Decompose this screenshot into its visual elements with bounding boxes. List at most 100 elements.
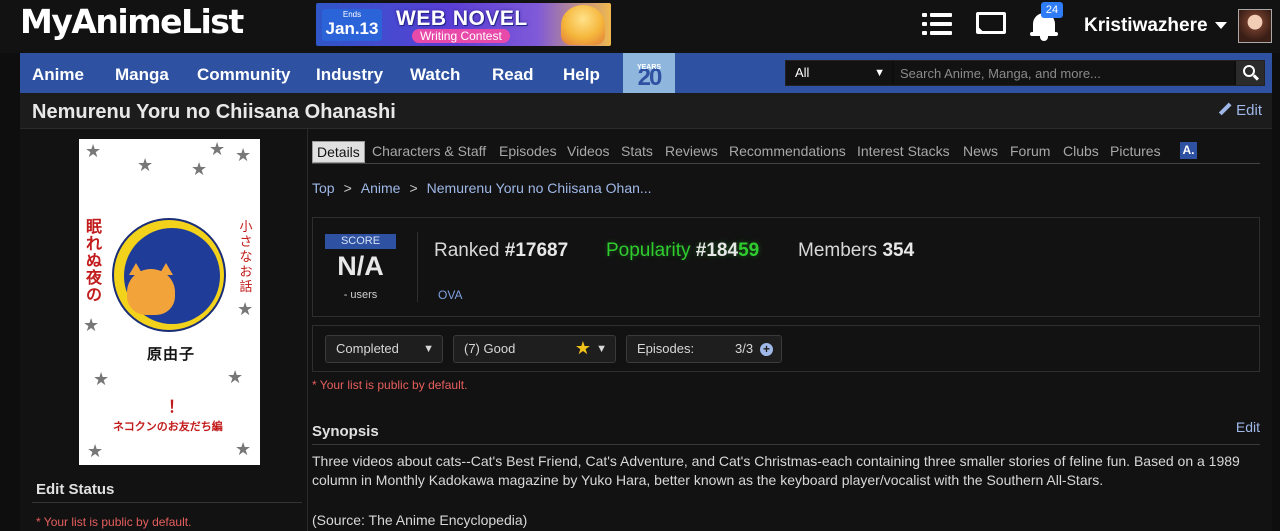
nav-anime[interactable]: Anime (32, 65, 84, 85)
popularity-label: Popularity (606, 240, 691, 261)
synopsis-edit-link[interactable]: Edit (1236, 419, 1260, 435)
cover-title-right: 小さなお話 (239, 219, 253, 294)
chevron-down-icon: ▼ (596, 343, 607, 355)
star-decoration-icon: ★ (87, 441, 104, 461)
tab-extra-icon[interactable]: A. (1180, 142, 1197, 159)
star-decoration-icon: ★ (85, 141, 102, 161)
nav-watch[interactable]: Watch (410, 65, 460, 85)
star-decoration-icon: ★ (83, 315, 100, 335)
breadcrumb-anime[interactable]: Anime (361, 180, 401, 196)
star-decoration-icon: ★ (237, 299, 254, 319)
cover-author: 原由子 (147, 346, 196, 363)
search-input[interactable] (894, 61, 1234, 85)
ranked-value: #17687 (504, 240, 569, 261)
banner-character-image (561, 5, 605, 45)
mail-icon[interactable] (976, 12, 1006, 34)
banner-ends-label: Ends (342, 10, 362, 19)
nav-read[interactable]: Read (492, 65, 534, 85)
content-area: ★ ★ ★ ★ ★ ★ ★ ★ ★ ★ ★ 眠れぬ夜の 小さなお話 原由子 ！ … (20, 129, 1272, 531)
divider (312, 444, 1260, 445)
episodes-value: 3/3 (735, 341, 754, 356)
members-label: Members (798, 240, 878, 261)
star-decoration-icon: ★ (235, 439, 252, 459)
tab-news[interactable]: News (963, 143, 998, 159)
page-title: Nemurenu Yoru no Chiisana Ohanashi (32, 101, 396, 123)
search-bar: All ▼ (785, 60, 1265, 86)
edit-status-heading: Edit Status (36, 481, 115, 498)
ranked-stat[interactable]: Ranked #17687 (434, 240, 568, 262)
edit-title-label: Edit (1236, 102, 1262, 119)
star-decoration-icon: ★ (227, 367, 244, 387)
tab-pictures[interactable]: Pictures (1110, 143, 1161, 159)
breadcrumb-top[interactable]: Top (312, 180, 335, 196)
tab-videos[interactable]: Videos (567, 143, 610, 159)
synopsis-source: (Source: The Anime Encyclopedia) (312, 512, 528, 528)
search-button[interactable] (1236, 61, 1264, 85)
nav-manga[interactable]: Manga (115, 65, 169, 85)
banner-subtitle: Writing Contest (412, 29, 510, 43)
star-decoration-icon: ★ (93, 369, 110, 389)
star-decoration-icon: ★ (235, 145, 252, 165)
search-category-value: All (795, 65, 810, 80)
status-select[interactable]: Completed ▼ (325, 335, 443, 363)
tab-details[interactable]: Details (312, 141, 365, 163)
star-decoration-icon: ★ (137, 155, 154, 175)
divider (32, 502, 302, 503)
tab-clubs[interactable]: Clubs (1063, 143, 1099, 159)
tab-episodes[interactable]: Episodes (499, 143, 557, 159)
plus-icon[interactable]: + (760, 343, 773, 356)
breadcrumb-current[interactable]: Nemurenu Yoru no Chiisana Ohan... (427, 180, 652, 196)
cover-image[interactable]: ★ ★ ★ ★ ★ ★ ★ ★ ★ ★ ★ 眠れぬ夜の 小さなお話 原由子 ！ … (79, 139, 260, 465)
main-column: Details Characters & Staff Episodes Vide… (312, 129, 1260, 531)
anniversary-years-label: YEARS (636, 64, 662, 71)
list-update-box: Completed ▼ (7) Good ★ ▼ Episodes: 3/3 + (312, 325, 1260, 372)
status-value: Completed (336, 341, 399, 356)
top-header: MyAnimeList Ends Jan.13 WEB NOVEL Writin… (0, 0, 1280, 53)
chevron-down-icon[interactable] (1215, 22, 1227, 29)
nav-industry[interactable]: Industry (316, 65, 383, 85)
cover-moon (112, 218, 226, 332)
tab-stats[interactable]: Stats (621, 143, 653, 159)
members-value: 354 (882, 240, 915, 261)
nav-community[interactable]: Community (197, 65, 291, 85)
score-users: - users (343, 289, 378, 301)
cover-title-left: 眠れぬ夜の (85, 219, 102, 304)
tab-characters-staff[interactable]: Characters & Staff (372, 143, 486, 159)
synopsis-heading: Synopsis (312, 423, 379, 440)
nav-help[interactable]: Help (563, 65, 600, 85)
left-sidebar: ★ ★ ★ ★ ★ ★ ★ ★ ★ ★ ★ 眠れぬ夜の 小さなお話 原由子 ！ … (20, 129, 308, 531)
type-link[interactable]: OVA (438, 288, 462, 302)
popularity-value: #18459 (696, 240, 759, 261)
episodes-field[interactable]: Episodes: 3/3 + (626, 335, 782, 363)
cover-subtitle: ネコクンのお友だち編 (113, 421, 223, 433)
cover-mark: ！ (168, 399, 185, 416)
popularity-stat[interactable]: Popularity #18459 (606, 240, 759, 262)
divider (417, 232, 418, 302)
star-decoration-icon: ★ (191, 159, 208, 179)
public-note: * Your list is public by default. (312, 378, 468, 392)
contest-banner[interactable]: Ends Jan.13 WEB NOVEL Writing Contest (316, 3, 611, 46)
tab-forum[interactable]: Forum (1010, 143, 1050, 159)
chevron-down-icon: ▼ (423, 343, 434, 355)
edit-title-button[interactable]: Edit (1218, 102, 1262, 119)
detail-tabs: Details Characters & Staff Episodes Vide… (312, 141, 1260, 164)
star-icon: ★ (574, 338, 591, 358)
tab-interest-stacks[interactable]: Interest Stacks (857, 143, 950, 159)
members-stat[interactable]: Members 354 (798, 240, 914, 262)
popularity-value-a: #184 (695, 240, 739, 261)
site-logo[interactable]: MyAnimeList (20, 2, 244, 41)
score-select[interactable]: (7) Good ★ ▼ (453, 335, 616, 363)
banner-ends-date: Jan.13 (325, 19, 379, 38)
username-menu[interactable]: Kristiwazhere (1084, 15, 1208, 37)
search-category-select[interactable]: All ▼ (786, 61, 892, 85)
banner-title: WEB NOVEL (396, 7, 528, 30)
star-decoration-icon: ★ (209, 139, 226, 159)
tab-recommendations[interactable]: Recommendations (729, 143, 846, 159)
ranked-label: Ranked (434, 240, 500, 261)
episodes-label: Episodes: (637, 341, 695, 356)
banner-date-box: Ends Jan.13 (322, 9, 382, 41)
avatar[interactable] (1238, 9, 1272, 43)
list-icon[interactable] (922, 10, 952, 38)
tab-reviews[interactable]: Reviews (665, 143, 718, 159)
anniversary-badge[interactable]: 20 YEARS (623, 53, 675, 93)
